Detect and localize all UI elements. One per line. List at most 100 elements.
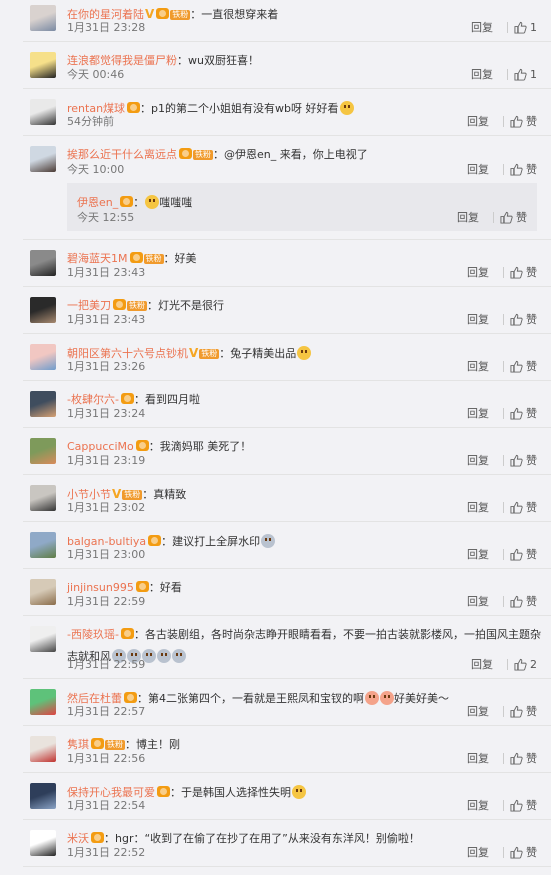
comment-timestamp: 1月31日 23:00 [67, 548, 146, 561]
comment-timestamp: 1月31日 22:59 [67, 595, 146, 608]
fan-badge: 铁粉 [127, 301, 147, 311]
reply-button[interactable]: 回复 [467, 797, 489, 813]
comment-text: ：第4二张第四个，一看就是王熙凤和宝钗的啊 [137, 692, 364, 705]
reply-button[interactable]: 回复 [467, 750, 489, 766]
comment-timestamp: 1月31日 23:28 [67, 21, 146, 34]
avatar[interactable] [30, 485, 56, 511]
avatar[interactable] [30, 146, 56, 172]
avatar[interactable] [30, 830, 56, 856]
reply-username[interactable]: 伊恩en_ [77, 196, 118, 209]
avatar[interactable] [30, 99, 56, 125]
comment-text: ：真精致 [142, 488, 187, 501]
reply-timestamp: 今天 12:55 [77, 211, 135, 224]
avatar[interactable] [30, 344, 56, 370]
thumbs-up-icon [510, 799, 523, 812]
reply-button[interactable]: 回复 [467, 161, 489, 177]
avatar[interactable] [30, 736, 56, 762]
comment-timestamp: 1月31日 23:02 [67, 501, 146, 514]
like-count: 赞 [526, 846, 537, 859]
comment-timestamp: 1月31日 22:59 [67, 658, 146, 671]
reply-button[interactable]: 回复 [467, 311, 489, 327]
avatar[interactable] [30, 783, 56, 809]
thumbs-up-icon [514, 68, 527, 81]
comment-item: 连浪都觉得我是僵尸粉：wu双厨狂喜！ 今天 00:46 回复 1 [23, 42, 551, 89]
avatar[interactable] [30, 579, 56, 605]
divider [493, 211, 494, 223]
reply-button[interactable]: 回复 [467, 405, 489, 421]
comment-actions: 回复 赞 [467, 358, 537, 374]
reply-button[interactable]: 回复 [471, 66, 493, 82]
like-button[interactable]: 赞 [510, 113, 537, 129]
comment-text: ：一直很想穿来着 [190, 8, 279, 21]
like-button[interactable]: 赞 [510, 546, 537, 562]
reply-button[interactable]: 回复 [467, 703, 489, 719]
like-button[interactable]: 赞 [510, 797, 537, 813]
comment-username[interactable]: 挨那么近干什么离远点 [67, 148, 177, 161]
reply-item: 伊恩en_：嗤嗤嗤 今天 12:55 回复 赞 [67, 183, 537, 231]
reply-text: 嗤嗤嗤 [159, 196, 193, 209]
reply-button[interactable]: 回复 [467, 452, 489, 468]
vip-badge-icon [148, 535, 162, 546]
like-button[interactable]: 赞 [510, 703, 537, 719]
comment-username[interactable]: -西陵玖瑶- [67, 628, 119, 641]
like-count: 赞 [526, 313, 537, 326]
like-button[interactable]: 赞 [510, 405, 537, 421]
avatar[interactable] [30, 626, 56, 652]
comment-actions: 回复 赞 [467, 593, 537, 609]
comment-with-reply: 挨那么近干什么离远点 铁粉 ：@伊恩en_ 来看，你上电视了 今天 10:00 回复赞伊… [23, 136, 551, 240]
like-button[interactable]: 赞 [510, 844, 537, 860]
thumbs-up-icon [510, 752, 523, 765]
emoji-icon [157, 649, 171, 663]
like-count: 赞 [526, 266, 537, 279]
comment-actions: 回复 1 [471, 66, 537, 82]
emoji-icon [365, 691, 379, 705]
avatar[interactable] [30, 5, 56, 31]
vip-badge-icon [120, 393, 134, 404]
reply-button[interactable]: 回复 [467, 593, 489, 609]
like-button[interactable]: 赞 [510, 593, 537, 609]
thumbs-up-icon [510, 266, 523, 279]
vip-badge-icon [129, 252, 143, 263]
thumbs-up-icon [510, 454, 523, 467]
comment-text: ：好美 [163, 252, 197, 265]
reply-button[interactable]: 回复 [467, 499, 489, 515]
reply-button[interactable]: 回复 [467, 358, 489, 374]
like-button[interactable]: 1 [514, 21, 537, 34]
comment-item: 挨那么近干什么离远点 铁粉 ：@伊恩en_ 来看，你上电视了 今天 10:00 回复 赞 [23, 136, 551, 183]
thumbs-up-icon [510, 360, 523, 373]
reply-button[interactable]: 回复 [457, 209, 479, 225]
like-button[interactable]: 赞 [500, 209, 527, 225]
like-button[interactable]: 赞 [510, 161, 537, 177]
avatar[interactable] [30, 438, 56, 464]
reply-button[interactable]: 回复 [471, 656, 493, 672]
like-button[interactable]: 1 [514, 68, 537, 81]
like-button[interactable]: 赞 [510, 311, 537, 327]
divider [503, 705, 504, 717]
avatar[interactable] [30, 689, 56, 715]
avatar[interactable] [30, 297, 56, 323]
comment-actions: 回复 赞 [467, 546, 537, 562]
reply-button[interactable]: 回复 [471, 19, 493, 35]
divider [507, 21, 508, 33]
avatar[interactable] [30, 52, 56, 78]
like-count: 赞 [526, 548, 537, 561]
avatar[interactable] [30, 532, 56, 558]
like-button[interactable]: 赞 [510, 499, 537, 515]
divider [503, 501, 504, 513]
avatar[interactable] [30, 250, 56, 276]
reply-button[interactable]: 回复 [467, 546, 489, 562]
like-button[interactable]: 赞 [510, 750, 537, 766]
comment-timestamp: 1月31日 22:54 [67, 799, 146, 812]
like-count: 2 [530, 657, 537, 671]
like-button[interactable]: 赞 [510, 452, 537, 468]
reply-button[interactable]: 回复 [467, 113, 489, 129]
reply-button[interactable]: 回复 [467, 844, 489, 860]
like-button[interactable]: 2 [514, 658, 537, 671]
comment-item: balgan-bultiya ：建议打上全屏水印 1月31日 23:00 回复赞 [23, 522, 551, 569]
thumbs-up-icon [510, 115, 523, 128]
like-button[interactable]: 赞 [510, 264, 537, 280]
avatar[interactable] [30, 391, 56, 417]
vip-badge-icon [157, 786, 170, 797]
like-button[interactable]: 赞 [510, 358, 537, 374]
reply-button[interactable]: 回复 [467, 264, 489, 280]
